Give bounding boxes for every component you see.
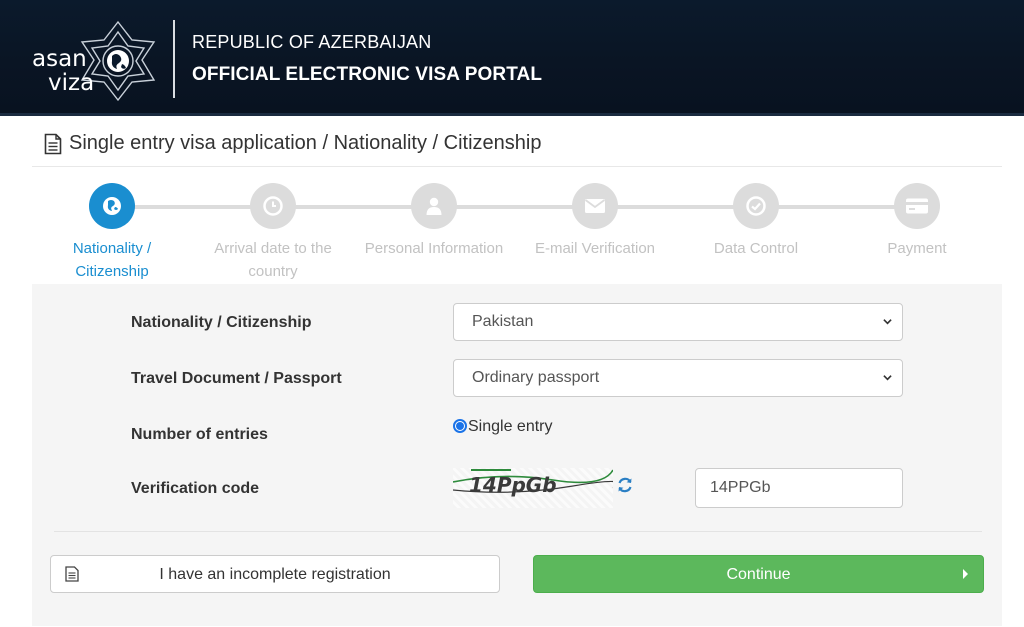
number-of-entries-label: Number of entries [131, 426, 268, 443]
step-label-line2: country [248, 263, 298, 280]
caret-right-icon [963, 569, 968, 579]
incomplete-registration-button[interactable]: I have an incomplete registration [50, 555, 500, 593]
continue-label: Continue [726, 566, 791, 583]
captcha-image: 14PpGb [452, 468, 619, 508]
captcha-text: 14PpGb [469, 473, 557, 497]
single-entry-label: Single entry [468, 418, 553, 435]
nationality-select[interactable]: Pakistan [453, 303, 903, 341]
step-label-line1: Data Control [713, 240, 799, 257]
step-label-line2: Citizenship [75, 263, 149, 280]
step-label-line1: Arrival date to the [214, 240, 332, 257]
single-entry-radio[interactable] [453, 418, 467, 433]
credit-card-icon [906, 198, 928, 214]
step-label: Nationality / Citizenship [32, 237, 192, 283]
page-title-row: Single entry visa application / National… [44, 132, 541, 155]
step-circle [250, 183, 296, 229]
step-label-line1: Payment [887, 240, 947, 257]
check-circle-icon [746, 196, 766, 216]
single-entry-option[interactable]: Single entry [453, 418, 553, 436]
step-payment[interactable]: Payment [837, 180, 997, 260]
header-portal-name: OFFICIAL ELECTRONIC VISA PORTAL [192, 64, 543, 85]
step-circle [572, 183, 618, 229]
step-label: Payment [837, 237, 997, 260]
logo-text-viza: viza [48, 70, 95, 96]
header-country: REPUBLIC OF AZERBAIJAN [192, 32, 432, 52]
step-circle [733, 183, 779, 229]
verification-code-input[interactable] [695, 468, 903, 508]
asan-viza-logo[interactable]: asan viza [30, 18, 160, 104]
step-personal-information[interactable]: Personal Information [354, 180, 514, 260]
page-title: Single entry visa application / National… [69, 132, 542, 154]
document-icon [44, 133, 62, 154]
travel-document-selected-value: Ordinary passport [472, 369, 600, 386]
step-label: E-mail Verification [515, 237, 675, 260]
step-email-verification[interactable]: E-mail Verification [515, 180, 675, 260]
nationality-selected-value: Pakistan [472, 313, 534, 330]
progress-stepper: Nationality / Citizenship Arrival date t… [32, 180, 1002, 284]
site-header: asan viza REPUBLIC OF AZERBAIJAN OFFICIA… [0, 0, 1024, 116]
captcha-graphic: 14PpGb [452, 469, 619, 497]
header-divider [173, 20, 175, 98]
envelope-icon [584, 199, 606, 213]
logo-text-asan: asan [32, 46, 87, 72]
travel-document-select[interactable]: Ordinary passport [453, 359, 903, 397]
step-arrival-date[interactable]: Arrival date to the country [193, 180, 353, 283]
panel-divider [54, 531, 982, 532]
step-data-control[interactable]: Data Control [676, 180, 836, 260]
chevron-down-icon [883, 319, 892, 325]
step-label-line1: E-mail Verification [534, 240, 656, 257]
step-label: Data Control [676, 237, 836, 260]
verification-code-label: Verification code [131, 480, 260, 497]
nationality-label: Nationality / Citizenship [131, 314, 312, 331]
step-circle [411, 183, 457, 229]
step-nationality[interactable]: Nationality / Citizenship [32, 180, 192, 283]
step-label: Personal Information [354, 237, 514, 260]
step-label-line1: Nationality / [72, 240, 152, 257]
step-circle [89, 183, 135, 229]
application-form: Nationality / Citizenship Pakistan Trave… [32, 284, 1002, 626]
travel-document-label: Travel Document / Passport [131, 370, 342, 387]
refresh-captcha-icon[interactable] [616, 476, 634, 494]
step-circle [894, 183, 940, 229]
chevron-down-icon [883, 375, 892, 381]
user-icon [426, 197, 442, 215]
incomplete-registration-label: I have an incomplete registration [159, 566, 391, 583]
step-label: Arrival date to the country [193, 237, 353, 283]
globe-icon [103, 197, 121, 215]
step-label-line1: Personal Information [364, 240, 504, 257]
clock-icon [263, 196, 283, 216]
continue-button[interactable]: Continue [533, 555, 984, 593]
title-divider [32, 166, 1002, 167]
